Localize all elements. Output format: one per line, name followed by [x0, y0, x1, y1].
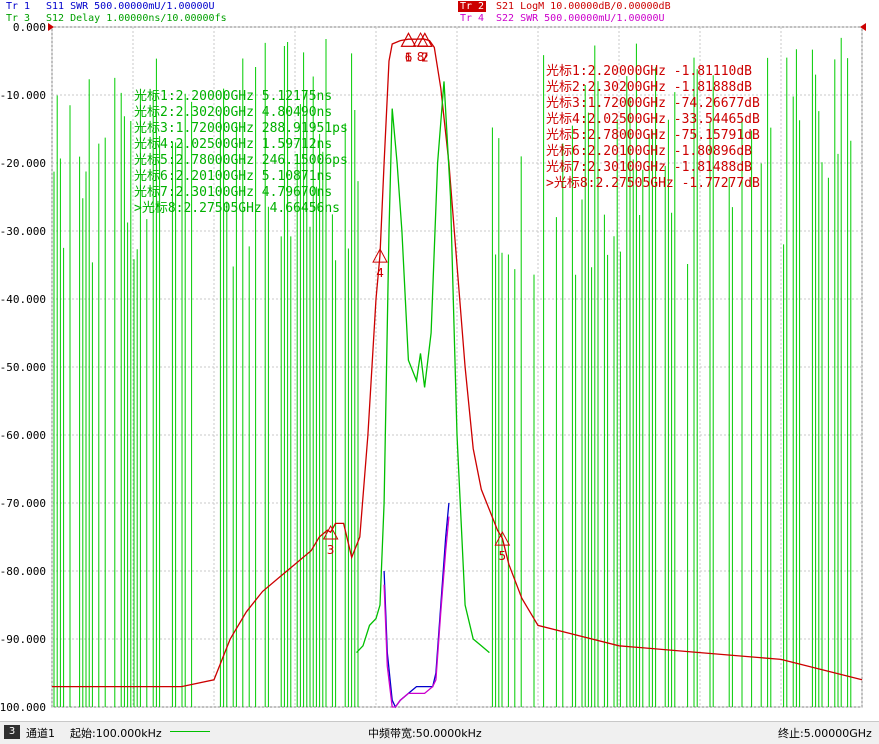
marker-readout-green: 光标1:2.20000GHz 5.12175ns: [134, 89, 332, 104]
legend-line: [170, 731, 210, 732]
marker-readout-green: 光标7:2.30100GHz 4.79670ns: [134, 185, 332, 200]
marker-readout-red: 光标7:2.30100GHz -1.81488dB: [546, 160, 752, 175]
channel-number[interactable]: 3: [4, 725, 20, 739]
y-tick-label: -80.000: [0, 565, 46, 578]
marker-readout-green: >光标8:2.27505GHz 4.66456ns: [134, 201, 340, 216]
y-tick-label: -10.000: [0, 89, 46, 102]
marker-readout-green: 光标3:1.72000GHz 288.91951ps: [134, 121, 348, 136]
y-tick-label: -100.000: [0, 701, 46, 714]
marker-readout-red: 光标3:1.72000GHz -74.26677dB: [546, 96, 760, 111]
marker-readout-red: 光标1:2.20000GHz -1.81110dB: [546, 64, 752, 79]
if-bandwidth[interactable]: 中频带宽:50.0000kHz: [368, 725, 482, 741]
marker-readout-green: 光标4:2.02500GHz 1.59712ns: [134, 137, 332, 152]
y-tick-label: 0.000: [13, 21, 46, 34]
marker-label-6: 6: [405, 50, 413, 64]
y-tick-label: -90.000: [0, 633, 46, 646]
y-tick-label: -40.000: [0, 293, 46, 306]
marker-readout-red: 光标5:2.78000GHz -75.15791dB: [546, 128, 760, 143]
marker-readout-red: 光标2:2.30200GHz -1.81888dB: [546, 80, 752, 95]
marker-readout-red: 光标6:2.20100GHz -1.80896dB: [546, 144, 752, 159]
marker-readout-red: 光标4:2.02500GHz -33.54465dB: [546, 112, 760, 127]
marker-readout-green: 光标2:2.30200GHz 4.80490ns: [134, 105, 332, 120]
vna-chart[interactable]: 0.000 -10.000 -20.000 -30.000 -40.000 -50.000…: [0, 0, 879, 721]
status-bar: 3 通道1 起始:100.000kHz 中频带宽:50.0000kHz 终止:5…: [0, 721, 879, 744]
marker-label-8: 8: [417, 50, 425, 64]
marker-label-3: 3: [327, 543, 335, 557]
marker-readout-red: >光标8:2.27505GHz -1.77277dB: [546, 176, 760, 191]
y-tick-label: -20.000: [0, 157, 46, 170]
channel-label[interactable]: 通道1: [26, 725, 55, 741]
y-tick-label: -60.000: [0, 429, 46, 442]
marker-label-5: 5: [499, 549, 507, 563]
stop-frequency[interactable]: 终止:5.00000GHz: [778, 725, 872, 741]
marker-label-4: 4: [376, 266, 384, 280]
y-tick-label: -50.000: [0, 361, 46, 374]
marker-readout-green: 光标6:2.20100GHz 5.10871ns: [134, 169, 332, 184]
y-tick-label: -30.000: [0, 225, 46, 238]
start-frequency[interactable]: 起始:100.000kHz: [70, 725, 162, 741]
y-tick-label: -70.000: [0, 497, 46, 510]
marker-readout-green: 光标5:2.78000GHz 246.15006ps: [134, 153, 348, 168]
